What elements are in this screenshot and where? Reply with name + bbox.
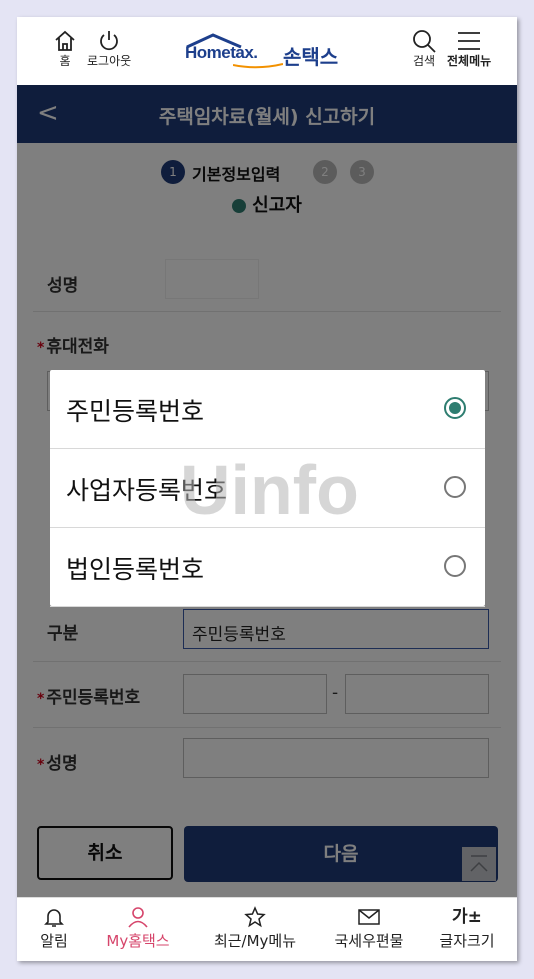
home-button[interactable]: 홈 — [53, 29, 77, 68]
nav-recent-menu[interactable]: 최근/My메뉴 — [203, 906, 307, 951]
nav-my-hometax[interactable]: My홈택스 — [99, 906, 177, 951]
radio-unselected-icon[interactable] — [444, 555, 466, 577]
app-screen: 홈 로그아웃 Hometax. 손택스 검색 전체메뉴 알림 My홈택스 최근/… — [17, 17, 517, 961]
star-icon — [244, 906, 266, 928]
search-label: 검색 — [412, 54, 436, 68]
logo-swoosh-icon — [233, 63, 283, 69]
hometax-logo[interactable]: Hometax. 손택스 — [185, 31, 355, 71]
home-icon — [55, 30, 75, 51]
radio-unselected-icon[interactable] — [444, 476, 466, 498]
hamburger-icon — [458, 32, 481, 50]
id-type-dialog: 주민등록번호 사업자등록번호 법인등록번호 Uinfo — [50, 370, 485, 607]
nav-alerts[interactable]: 알림 — [27, 906, 81, 951]
search-button[interactable]: 검색 — [411, 29, 437, 68]
nav-mail-label: 국세우편물 — [334, 932, 404, 950]
bottom-nav: 알림 My홈택스 최근/My메뉴 국세우편물 가± 글자크기 — [17, 897, 517, 961]
nav-my-hometax-label: My홈택스 — [106, 932, 170, 950]
power-icon — [100, 31, 118, 51]
person-icon — [128, 907, 148, 928]
home-label: 홈 — [59, 54, 71, 68]
search-icon — [413, 30, 436, 53]
option-label: 사업자등록번호 — [66, 476, 228, 505]
bell-icon — [44, 909, 64, 927]
option-label: 법인등록번호 — [66, 555, 205, 584]
option-business-number[interactable]: 사업자등록번호 — [50, 449, 485, 528]
full-menu-button[interactable]: 전체메뉴 — [447, 29, 491, 68]
radio-selected-icon[interactable] — [444, 397, 466, 419]
mail-icon — [358, 909, 380, 925]
full-menu-label: 전체메뉴 — [447, 54, 492, 68]
top-header: 홈 로그아웃 Hometax. 손택스 검색 전체메뉴 — [17, 17, 517, 85]
logo-son-text: 손택스 — [283, 45, 339, 69]
logout-label: 로그아웃 — [87, 54, 132, 68]
option-corporate-number[interactable]: 법인등록번호 — [50, 528, 485, 607]
nav-recent-menu-label: 최근/My메뉴 — [213, 932, 297, 950]
font-size-icon: 가± — [452, 907, 482, 927]
nav-font-size[interactable]: 가± 글자크기 — [431, 906, 503, 951]
option-label: 주민등록번호 — [66, 397, 205, 426]
nav-alerts-label: 알림 — [40, 932, 68, 950]
nav-mail[interactable]: 국세우편물 — [325, 906, 413, 951]
option-resident-number[interactable]: 주민등록번호 — [50, 370, 485, 449]
logo-text: Hometax. — [185, 43, 258, 62]
logout-button[interactable]: 로그아웃 — [87, 29, 131, 68]
nav-font-size-label: 글자크기 — [439, 932, 495, 950]
